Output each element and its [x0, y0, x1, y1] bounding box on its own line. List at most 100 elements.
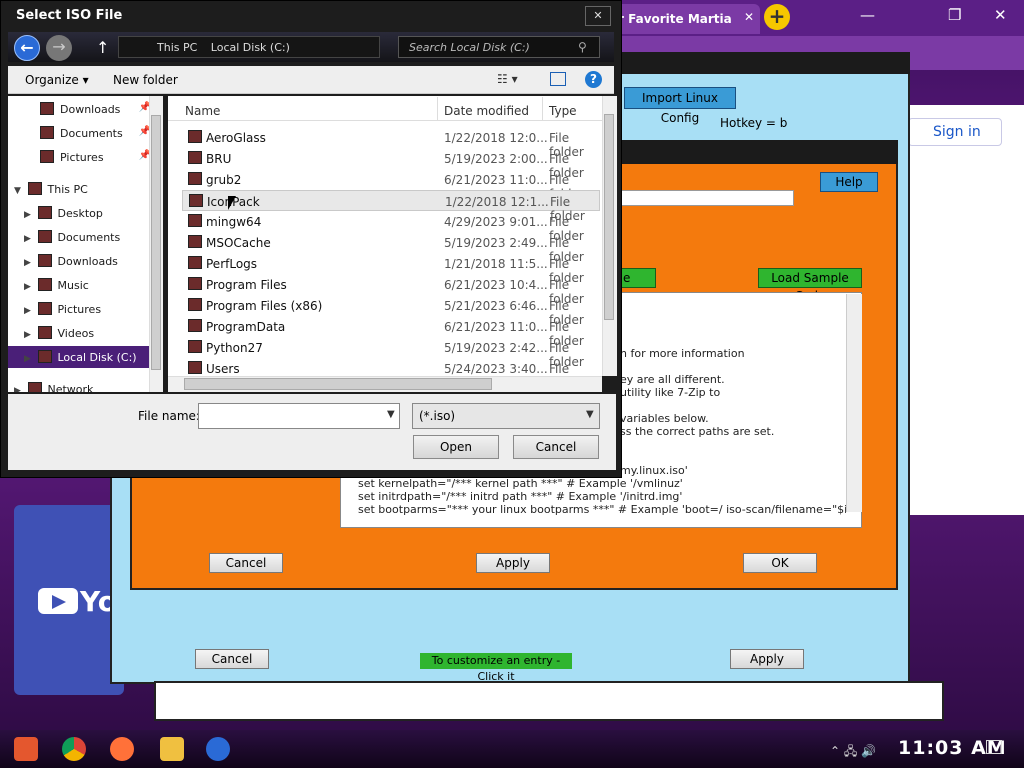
entry-name-field[interactable] — [620, 190, 794, 206]
file-list-vscroll-thumb[interactable] — [604, 114, 614, 320]
view-options-icon[interactable]: ☷ ▾ — [497, 72, 518, 86]
breadcrumb-this-pc[interactable]: This PC — [157, 41, 197, 54]
minimize-icon[interactable]: — — [860, 6, 875, 24]
restore-icon[interactable]: ❐ — [948, 6, 961, 24]
chrome-icon[interactable] — [62, 737, 86, 761]
cancel-button[interactable]: Cancel — [513, 435, 599, 459]
nav-item-downloads[interactable]: Downloads 📌 — [8, 98, 155, 120]
file-row[interactable]: Users5/24/2023 3:40...File folder — [182, 358, 600, 376]
chevron-down-icon[interactable]: ▼ — [14, 186, 24, 196]
breadcrumb[interactable]: This PC Local Disk (C:) — [118, 36, 380, 58]
code-line: my.linux.iso' — [620, 464, 688, 477]
browser-footer — [154, 681, 944, 721]
nav-item-local-disk[interactable]: ▶ Local Disk (C:) — [8, 346, 155, 368]
folder-icon — [188, 130, 202, 143]
desktop-icon — [37, 206, 52, 219]
file-row[interactable]: mingw64 4/29/2023 9:01... File folder — [182, 211, 600, 243]
search-input[interactable]: Search Local Disk (C:) — [398, 36, 600, 58]
file-row[interactable]: Program Files 6/21/2023 10:4... File folde… — [182, 274, 600, 306]
chevron-right-icon[interactable]: ▶ — [24, 330, 34, 340]
browser-tab[interactable]: r Favorite Martia ✕ — [612, 4, 760, 34]
customize-hint[interactable]: To customize an entry - Click it — [420, 653, 572, 683]
documents-icon — [37, 230, 52, 243]
window-close-icon[interactable]: ✕ — [994, 6, 1007, 24]
code-line: set initrdpath="/*** initrd path ***" # … — [358, 490, 683, 503]
help-button[interactable]: Help — [820, 172, 878, 192]
nav-scrollbar-thumb[interactable] — [151, 115, 161, 370]
chevron-down-icon[interactable]: ▼ — [586, 409, 594, 420]
breadcrumb-local-disk[interactable]: Local Disk (C:) — [211, 41, 290, 54]
column-separator[interactable] — [437, 97, 438, 121]
nav-item-pictures-pc[interactable]: ▶ Pictures — [8, 298, 155, 320]
column-name[interactable]: Name — [185, 104, 220, 118]
file-explorer-icon[interactable] — [160, 737, 184, 761]
browser-tab-title: r Favorite Martia — [618, 12, 732, 26]
file-row[interactable]: Python27 5/19/2023 2:42... File folder — [182, 337, 600, 369]
chevron-down-icon[interactable]: ▼ — [387, 409, 395, 420]
organize-menu[interactable]: Organize ▾ — [25, 73, 89, 87]
nav-item-videos[interactable]: ▶ Videos — [8, 322, 155, 344]
back-arrow-icon[interactable]: ← — [14, 35, 40, 61]
sign-in-button[interactable]: Sign in — [908, 118, 1002, 146]
column-type[interactable]: Type — [549, 104, 577, 118]
file-row[interactable]: MSOCache 5/19/2023 2:49... File folder — [182, 232, 600, 264]
chevron-right-icon[interactable]: ▶ — [24, 234, 34, 244]
file-type-select[interactable]: (*.iso) — [412, 403, 600, 429]
nav-item-music[interactable]: ▶ Music — [8, 274, 155, 296]
browser-content — [910, 105, 1024, 515]
nav-item-desktop[interactable]: ▶ Desktop — [8, 202, 155, 224]
dialog-close-button[interactable]: ✕ — [585, 6, 611, 26]
forward-arrow-icon[interactable]: → — [46, 35, 72, 61]
start-menu-icon[interactable] — [14, 737, 38, 761]
chevron-right-icon[interactable]: ▶ — [14, 386, 24, 392]
nav-item-pictures[interactable]: Pictures 📌 — [8, 146, 155, 168]
folder-icon — [188, 172, 202, 185]
file-row[interactable]: BRU 5/19/2023 2:00... File folder — [182, 148, 600, 180]
nav-item-this-pc[interactable]: ▼ This PC — [8, 178, 155, 200]
chevron-right-icon[interactable]: ▶ — [24, 354, 34, 364]
folder-icon — [188, 256, 202, 269]
file-row[interactable]: grub26/21/2023 11:0...File folder — [182, 169, 600, 201]
column-separator[interactable] — [542, 97, 543, 121]
system-tray-icons[interactable]: ⌃ 🖧 🔊 — [830, 742, 876, 763]
file-name-label: File name: — [138, 409, 200, 423]
orange-apply-button[interactable]: Apply — [476, 553, 550, 573]
file-row[interactable]: IconPack 1/22/2018 12:1... File folder — [182, 190, 600, 223]
folder-icon — [188, 340, 202, 353]
nav-item-documents-pc[interactable]: ▶ Documents — [8, 226, 155, 248]
new-tab-button[interactable]: + — [764, 4, 790, 30]
file-list-hscroll-thumb[interactable] — [184, 378, 492, 390]
up-arrow-icon[interactable]: ↑ — [96, 38, 109, 57]
search-icon[interactable]: ⚲ — [578, 40, 587, 54]
chevron-right-icon[interactable]: ▶ — [24, 282, 34, 292]
back-apply-button[interactable]: Apply — [730, 649, 804, 669]
orange-ok-button[interactable]: OK — [743, 553, 817, 573]
import-linux-config-button[interactable]: Import Linux Config — [624, 87, 736, 125]
firefox-icon[interactable] — [110, 737, 134, 761]
file-row[interactable]: PerfLogs 1/21/2018 11:5... File folder — [182, 253, 600, 285]
code-scrollbar[interactable] — [846, 294, 862, 512]
preview-pane-icon[interactable] — [550, 72, 566, 86]
nav-item-downloads-pc[interactable]: ▶ Downloads — [8, 250, 155, 272]
file-row[interactable]: Program Files (x86) 5/21/2023 6:46... File… — [182, 295, 600, 327]
help-icon[interactable]: ? — [585, 71, 602, 88]
notification-icon[interactable] — [986, 740, 1002, 754]
new-folder-button[interactable]: New folder — [113, 73, 178, 87]
app-icon[interactable] — [206, 737, 230, 761]
nav-item-network[interactable]: ▶ Network — [8, 378, 155, 392]
chevron-right-icon[interactable]: ▶ — [24, 258, 34, 268]
nav-item-documents[interactable]: Documents 📌 — [8, 122, 155, 144]
back-cancel-button[interactable]: Cancel — [195, 649, 269, 669]
folder-icon — [188, 361, 202, 374]
orange-cancel-button[interactable]: Cancel — [209, 553, 283, 573]
tab-close-icon[interactable]: ✕ — [744, 10, 754, 24]
file-row[interactable]: ProgramData 6/21/2023 11:0... File folder — [182, 316, 600, 348]
open-button[interactable]: Open — [413, 435, 499, 459]
computer-icon — [27, 182, 42, 195]
column-date-modified[interactable]: Date modified — [444, 104, 529, 118]
file-row[interactable]: AeroGlass 1/22/2018 12:0... File folder — [182, 127, 600, 159]
chevron-right-icon[interactable]: ▶ — [24, 306, 34, 316]
load-sample-code-button[interactable]: Load Sample Code — [758, 268, 862, 303]
chevron-right-icon[interactable]: ▶ — [24, 210, 34, 220]
file-name-input[interactable] — [198, 403, 400, 429]
